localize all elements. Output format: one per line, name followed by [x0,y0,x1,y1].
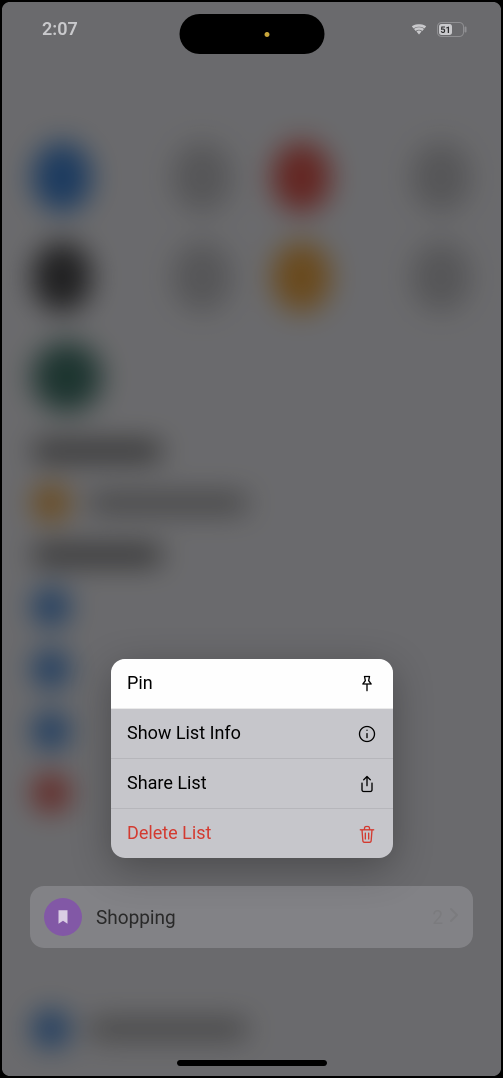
menu-label: Show List Info [127,723,241,744]
context-menu: Pin Show List Info Share List Delete Lis… [111,659,393,858]
menu-label: Pin [127,673,153,694]
list-row-shopping[interactable]: Shopping 2 [30,886,473,948]
battery-text: 51 [440,26,450,36]
menu-item-delete[interactable]: Delete List [111,809,393,858]
info-icon [357,724,377,744]
menu-item-share[interactable]: Share List [111,759,393,809]
wifi-icon [409,19,429,39]
list-count: 2 [432,906,443,929]
bookmark-icon [44,898,82,936]
menu-item-pin[interactable]: Pin [111,659,393,709]
status-time: 2:07 [42,19,78,40]
menu-item-show-info[interactable]: Show List Info [111,709,393,759]
battery-icon: 51 [437,22,467,37]
dynamic-island [179,14,324,54]
pin-icon [357,674,377,694]
menu-label: Share List [127,773,207,794]
island-indicator-dot [264,32,269,37]
home-indicator[interactable] [177,1060,327,1066]
chevron-right-icon [449,907,459,927]
share-icon [357,774,377,794]
menu-label: Delete List [127,823,211,844]
trash-icon [357,824,377,844]
list-title: Shopping [96,906,432,929]
